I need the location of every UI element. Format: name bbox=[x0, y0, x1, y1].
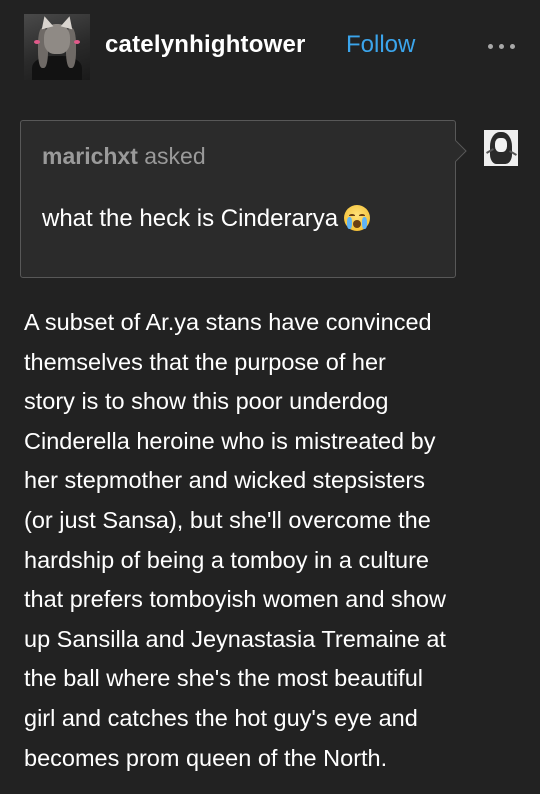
asker-avatar-face bbox=[495, 138, 507, 152]
answer-line: A subset of Ar.ya stans have convinced bbox=[24, 309, 432, 335]
asker-avatar[interactable] bbox=[484, 130, 518, 166]
emoji-mouth bbox=[353, 220, 362, 228]
answer-line: her stepmother and wicked stepsisters bbox=[24, 467, 425, 494]
answer-line: the ball where she's the most beautiful bbox=[24, 665, 423, 692]
asker-line: marichxt asked bbox=[42, 143, 206, 170]
more-dot bbox=[510, 44, 515, 49]
answer-line: themselves that the purpose of her bbox=[24, 348, 386, 375]
more-dot bbox=[499, 44, 504, 49]
answer-line: that prefers tomboyish women and show bbox=[24, 586, 446, 613]
emoji-tear bbox=[362, 217, 368, 229]
follow-button[interactable]: Follow bbox=[346, 31, 415, 59]
answer-line: story is to show this poor underdog bbox=[24, 388, 389, 415]
answer-line: Cinderella heroine who is mistreated by bbox=[24, 427, 436, 454]
answer-line: up Sansilla and Jeynastasia Tremaine at bbox=[24, 625, 446, 652]
asked-label: asked bbox=[144, 143, 206, 169]
emoji-tear bbox=[347, 217, 353, 229]
blog-username[interactable]: catelynhightower bbox=[105, 31, 306, 59]
loudly-crying-face-icon bbox=[344, 205, 371, 231]
asker-username[interactable]: marichxt bbox=[42, 143, 138, 169]
answer-text: A subset of Ar.ya stans have convinced t… bbox=[24, 303, 524, 778]
more-dot bbox=[488, 44, 493, 49]
post-header: catelynhightower Follow bbox=[0, 0, 540, 100]
avatar-face bbox=[44, 24, 70, 54]
more-dots-icon[interactable] bbox=[486, 34, 518, 58]
answer-line: (or just Sansa), but she'll overcome the bbox=[24, 506, 431, 533]
avatar-glow-left bbox=[34, 40, 40, 44]
ask-question: what the heck is Cinderarya bbox=[42, 205, 371, 233]
avatar-glow-right bbox=[74, 40, 80, 44]
question-text: what the heck is Cinderarya bbox=[42, 205, 339, 232]
ask-bubble-pointer bbox=[455, 140, 469, 162]
answer-line: girl and catches the hot guy's eye and bbox=[24, 704, 418, 731]
answer-line: becomes prom queen of the North. bbox=[24, 744, 388, 771]
answer-line: hardship of being a tomboy in a culture bbox=[24, 546, 429, 573]
blog-avatar[interactable] bbox=[24, 14, 90, 80]
